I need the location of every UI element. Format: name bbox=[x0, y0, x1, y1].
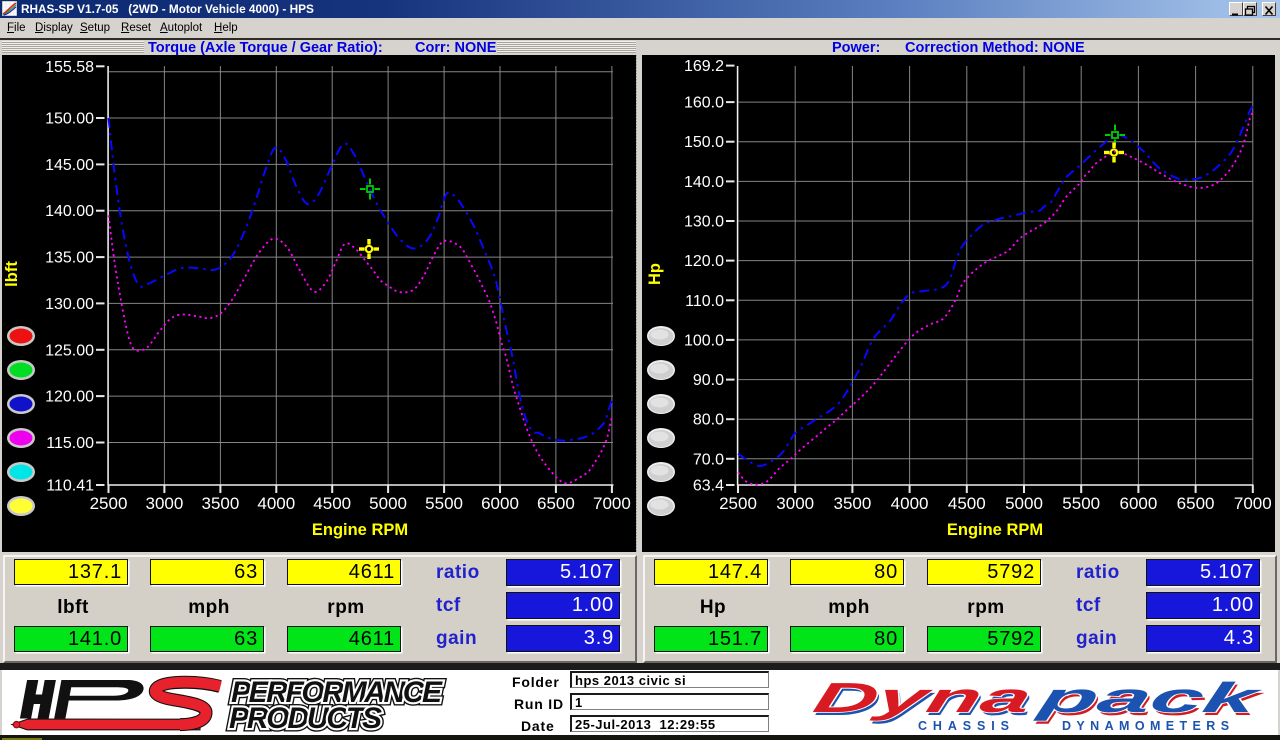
svg-text:2500: 2500 bbox=[719, 494, 757, 513]
svg-text:3500: 3500 bbox=[201, 494, 239, 513]
svg-text:125.00: 125.00 bbox=[45, 342, 94, 359]
svg-text:3000: 3000 bbox=[776, 494, 814, 513]
svg-text:130.0: 130.0 bbox=[684, 214, 724, 231]
svg-text:135.00: 135.00 bbox=[45, 250, 94, 267]
svg-text:5500: 5500 bbox=[425, 494, 463, 513]
svg-text:6500: 6500 bbox=[1177, 494, 1215, 513]
svg-text:DYNAMOMETERS: DYNAMOMETERS bbox=[1062, 719, 1234, 733]
svg-text:90.0: 90.0 bbox=[693, 372, 724, 389]
svg-text:110.0: 110.0 bbox=[685, 293, 724, 310]
svg-text:145.00: 145.00 bbox=[45, 157, 94, 174]
svg-text:3000: 3000 bbox=[145, 494, 183, 513]
svg-text:140.0: 140.0 bbox=[684, 174, 724, 191]
svg-text:169.2: 169.2 bbox=[684, 58, 724, 75]
svg-text:80.0: 80.0 bbox=[693, 412, 724, 429]
svg-text:150.0: 150.0 bbox=[684, 134, 724, 151]
svg-text:6500: 6500 bbox=[537, 494, 575, 513]
svg-text:PRODUCTS: PRODUCTS bbox=[229, 702, 382, 735]
svg-text:Engine RPM: Engine RPM bbox=[312, 521, 408, 539]
svg-text:5500: 5500 bbox=[1062, 494, 1100, 513]
svg-text:70.0: 70.0 bbox=[693, 451, 724, 468]
svg-text:4500: 4500 bbox=[948, 494, 986, 513]
svg-text:4000: 4000 bbox=[257, 494, 295, 513]
svg-text:120.00: 120.00 bbox=[45, 389, 94, 406]
svg-text:4500: 4500 bbox=[313, 494, 351, 513]
svg-text:130.00: 130.00 bbox=[45, 296, 94, 313]
svg-text:100.0: 100.0 bbox=[684, 332, 724, 349]
svg-text:Dyna: Dyna bbox=[809, 674, 1036, 721]
svg-text:7000: 7000 bbox=[593, 494, 631, 513]
svg-text:3500: 3500 bbox=[833, 494, 871, 513]
svg-text:115.00: 115.00 bbox=[46, 435, 94, 452]
svg-text:5000: 5000 bbox=[1005, 494, 1043, 513]
svg-text:2500: 2500 bbox=[90, 494, 128, 513]
svg-text:CHASSIS: CHASSIS bbox=[918, 719, 1015, 733]
svg-text:155.58: 155.58 bbox=[45, 59, 94, 76]
svg-text:pack: pack bbox=[1033, 674, 1267, 721]
svg-text:6000: 6000 bbox=[481, 494, 519, 513]
svg-text:160.0: 160.0 bbox=[684, 95, 724, 112]
svg-text:6000: 6000 bbox=[1119, 494, 1157, 513]
svg-text:150.00: 150.00 bbox=[45, 111, 94, 128]
svg-text:Hp: Hp bbox=[646, 263, 664, 285]
svg-text:7000: 7000 bbox=[1234, 494, 1272, 513]
svg-text:4000: 4000 bbox=[891, 494, 929, 513]
svg-text:5000: 5000 bbox=[369, 494, 407, 513]
svg-text:120.0: 120.0 bbox=[684, 253, 724, 270]
svg-text:lbft: lbft bbox=[3, 261, 21, 287]
svg-text:Engine RPM: Engine RPM bbox=[947, 521, 1043, 539]
svg-text:63.4: 63.4 bbox=[693, 478, 724, 495]
svg-text:110.41: 110.41 bbox=[46, 478, 94, 495]
svg-text:140.00: 140.00 bbox=[45, 203, 94, 220]
